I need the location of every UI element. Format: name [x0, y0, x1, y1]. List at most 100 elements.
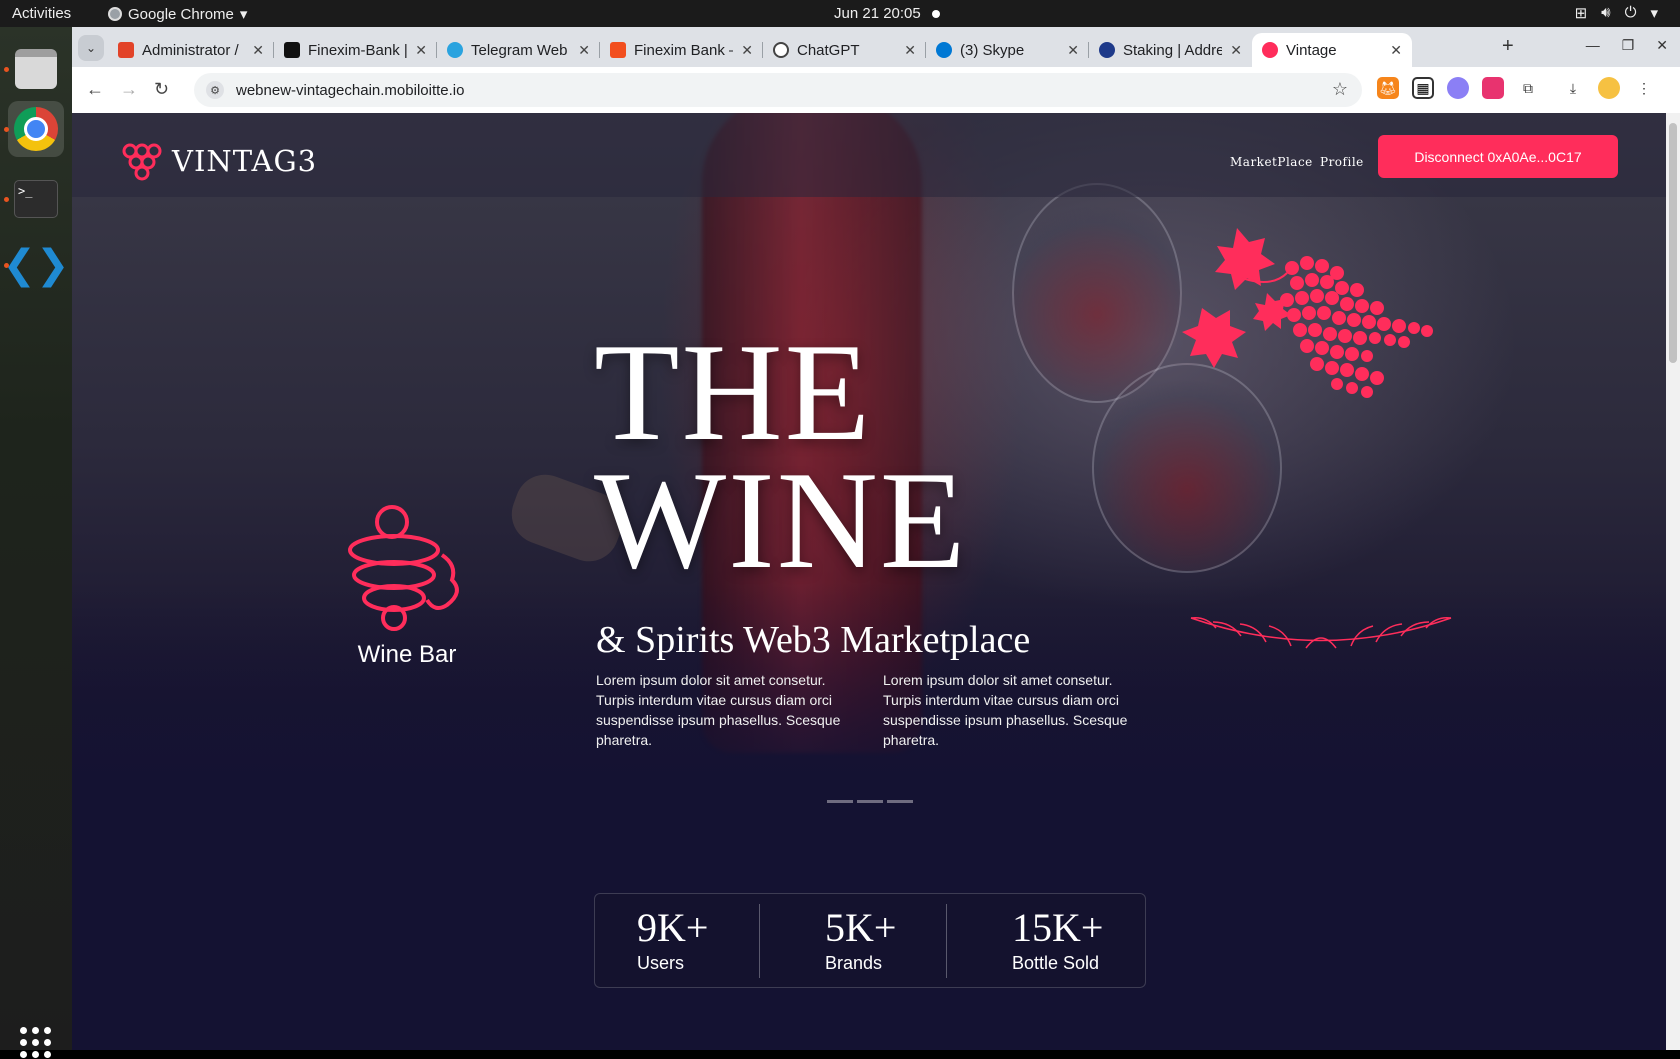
tab-finexim-figma[interactable]: Finexim Bank – ✕	[600, 33, 763, 67]
stat-value: 15K+	[1012, 905, 1104, 950]
close-icon[interactable]: ✕	[578, 42, 590, 59]
close-icon[interactable]: ✕	[741, 42, 753, 59]
stat-label: Bottle Sold	[1012, 953, 1100, 973]
tab-telegram[interactable]: Telegram Web ✕	[437, 33, 600, 67]
close-icon[interactable]: ✕	[1230, 42, 1242, 59]
chevron-down-icon: ▾	[1650, 5, 1658, 22]
dock-files[interactable]	[4, 41, 64, 97]
carousel-indicators[interactable]	[827, 800, 913, 803]
download-icon[interactable]: ⤓	[1562, 77, 1584, 99]
power-icon: ⏻	[1624, 4, 1637, 21]
logo-text: VINTAG3	[172, 144, 318, 178]
stat-value: 5K+	[825, 905, 897, 950]
grape-logo-icon	[122, 143, 162, 181]
chrome-icon	[108, 7, 122, 21]
tab-chatgpt[interactable]: ChatGPT ✕	[763, 33, 926, 67]
close-icon[interactable]: ✕	[904, 42, 916, 59]
network-icon: ⊞	[1574, 5, 1588, 22]
extension-icon[interactable]	[1447, 77, 1469, 99]
running-indicator	[4, 197, 9, 202]
stat-users: 9K+ Users	[637, 904, 708, 974]
tab-title: Staking | Addre	[1123, 41, 1223, 59]
hero-title-line1: THE	[594, 315, 873, 470]
grapes-illustration	[1182, 228, 1433, 398]
tab-administrator[interactable]: Administrator / ✕	[108, 33, 274, 67]
bookmark-star-icon[interactable]: ☆	[1332, 79, 1348, 100]
stat-label: Users	[637, 953, 685, 973]
activities-button[interactable]: Activities	[12, 5, 71, 22]
volume-icon: 🔊︎	[1601, 4, 1611, 21]
stat-divider	[946, 904, 947, 978]
clock[interactable]: Jun 21 20:05	[834, 5, 921, 22]
nav-profile[interactable]: Profile	[1320, 155, 1364, 169]
back-icon[interactable]: ←	[86, 79, 104, 100]
close-icon[interactable]: ✕	[1390, 42, 1402, 59]
carousel-dot[interactable]	[827, 800, 853, 803]
dock: >_ ❮❯	[0, 27, 72, 1058]
tab-title: ChatGPT	[797, 41, 860, 59]
grapes-outline-icon	[348, 505, 459, 631]
minimize-icon[interactable]: —	[1586, 37, 1600, 54]
hero-paragraph-left: Lorem ipsum dolor sit amet consetur. Tur…	[596, 672, 841, 748]
tab-staking[interactable]: Staking | Addre ✕	[1089, 33, 1252, 67]
wine-bar-badge[interactable]: Wine Bar	[337, 500, 477, 669]
site-logo[interactable]: VINTAG3	[120, 139, 317, 183]
browser-toolbar: ← → ↻ ⚙ webnew-vintagechain.mobiloitte.i…	[72, 67, 1680, 113]
profile-avatar[interactable]	[1598, 77, 1620, 99]
tab-skype[interactable]: (3) Skype ✕	[926, 33, 1089, 67]
show-apps-icon[interactable]	[20, 1027, 52, 1059]
forward-icon[interactable]: →	[120, 79, 138, 100]
app-menu[interactable]: Google Chrome ▾	[108, 5, 247, 23]
address-bar[interactable]: ⚙ webnew-vintagechain.mobiloitte.io ☆	[194, 73, 1362, 107]
tab-title: (3) Skype	[960, 41, 1025, 59]
dock-chrome[interactable]	[4, 101, 64, 157]
gitlab-icon	[118, 42, 134, 58]
system-tray[interactable]: ⊞ 🔊︎ ⏻ ▾	[1575, 4, 1658, 22]
new-tab-button[interactable]: +	[1502, 35, 1514, 58]
nav-marketplace[interactable]: MarketPlace	[1230, 155, 1313, 169]
tab-title: Finexim Bank –	[634, 41, 734, 59]
puzzle-icon[interactable]: ⧉	[1517, 77, 1539, 99]
tab-vintage[interactable]: Vintage ✕	[1252, 33, 1412, 67]
qr-code-icon[interactable]: ▦	[1412, 77, 1434, 99]
stats-panel: 9K+ Users 5K+ Brands 15K+ Bottle Sold	[594, 893, 1146, 988]
tab-finexim-bank[interactable]: Finexim-Bank | ✕	[274, 33, 437, 67]
tab-search-button[interactable]: ⌄	[78, 35, 104, 61]
close-icon[interactable]: ✕	[1067, 42, 1079, 59]
reload-icon[interactable]: ↻	[154, 79, 169, 100]
close-window-icon[interactable]: ✕	[1656, 37, 1668, 54]
disconnect-wallet-button[interactable]: Disconnect 0xA0Ae...0C17	[1378, 135, 1618, 178]
metamask-icon[interactable]: 🦊︎	[1377, 77, 1399, 99]
carousel-dot[interactable]	[887, 800, 913, 803]
finexim-icon	[284, 42, 300, 58]
hero-paragraph-right: Lorem ipsum dolor sit amet consetur. Tur…	[883, 672, 1128, 748]
hero-title-line2: WINE	[594, 443, 968, 598]
scrollbar-thumb[interactable]	[1669, 123, 1677, 363]
stat-brands: 5K+ Brands	[825, 904, 896, 974]
terminal-icon: >_	[14, 180, 58, 218]
app-menu-label: Google Chrome	[128, 5, 234, 23]
site-info-icon[interactable]: ⚙	[206, 81, 224, 99]
hero-title: THE WINE	[594, 315, 968, 598]
dock-terminal[interactable]: >_	[4, 171, 64, 227]
extension-icon[interactable]	[1482, 77, 1504, 99]
restore-icon[interactable]: ❐	[1622, 37, 1635, 54]
laurel-ornament	[1190, 616, 1452, 649]
chevron-down-icon: ⌄	[85, 41, 97, 55]
webpage: VINTAG3 MarketPlace Profile Disconnect 0…	[72, 113, 1680, 1050]
close-icon[interactable]: ✕	[415, 42, 427, 59]
stat-value: 9K+	[637, 905, 709, 950]
carousel-dot[interactable]	[857, 800, 883, 803]
tab-title: Finexim-Bank |	[308, 41, 408, 59]
close-icon[interactable]: ✕	[252, 42, 264, 59]
chatgpt-icon	[773, 42, 789, 58]
url-text: webnew-vintagechain.mobiloitte.io	[236, 81, 465, 99]
skype-icon	[936, 42, 952, 58]
page-scrollbar[interactable]	[1666, 113, 1680, 1050]
files-icon	[15, 49, 57, 89]
notification-dot	[932, 10, 940, 18]
hero-subtitle: & Spirits Web3 Marketplace	[596, 619, 1031, 661]
dock-vscode[interactable]: ❮❯	[2, 237, 69, 293]
menu-icon[interactable]: ⋮	[1633, 77, 1655, 99]
site-header: VINTAG3 MarketPlace Profile Disconnect 0…	[72, 113, 1680, 197]
